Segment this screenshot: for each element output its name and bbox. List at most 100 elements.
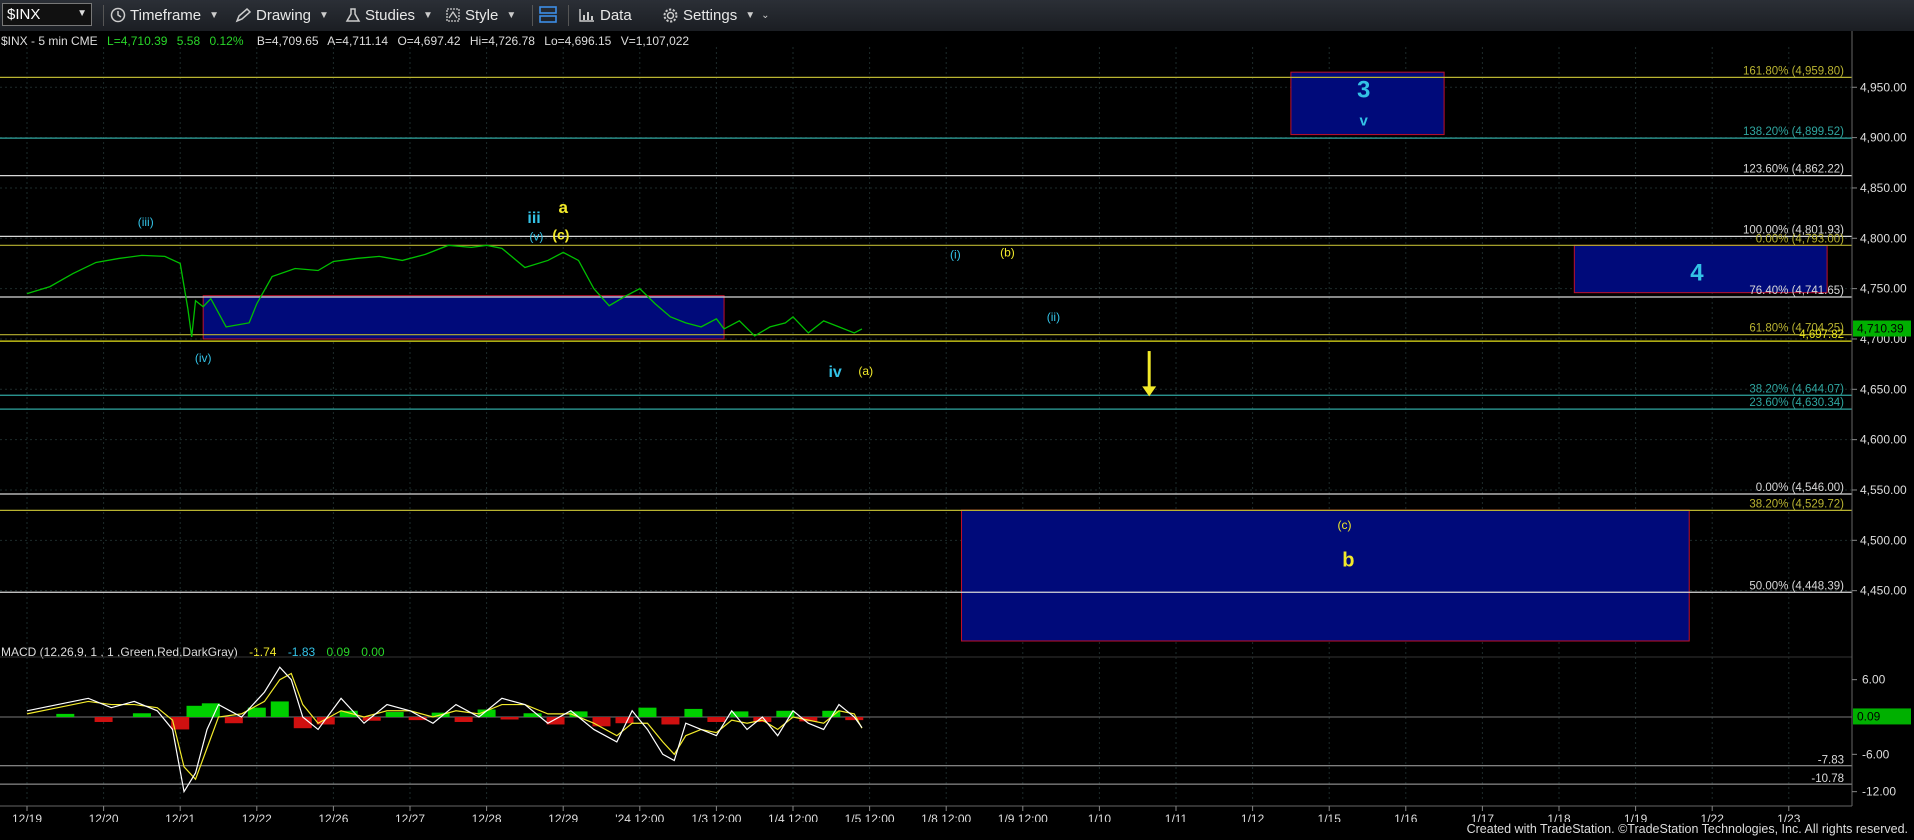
- wave-label: (iv): [195, 351, 212, 365]
- x-tick-label: 1/22: [1701, 812, 1725, 822]
- x-tick-label: 12/22: [242, 812, 272, 822]
- chevron-down-icon: ▼: [209, 9, 220, 21]
- zone-support: [202, 295, 725, 340]
- settings-label: Settings: [683, 6, 738, 24]
- style-button[interactable]: Style ▼: [445, 4, 516, 26]
- x-tick-label: 1/11: [1165, 812, 1188, 822]
- x-tick-label: '24 12:00: [615, 812, 664, 822]
- wave-label: a: [558, 198, 568, 217]
- wave-label: b: [1342, 549, 1354, 571]
- macd-level-label: -10.78: [1811, 773, 1844, 785]
- style-icon: [446, 8, 460, 22]
- x-tick-label: 12/26: [318, 812, 348, 822]
- fib-label: 0.00% (4,793.00): [1756, 233, 1844, 245]
- macd-hist-bar: [500, 717, 519, 720]
- zone-b: [961, 509, 1690, 642]
- bar-chart-icon: [579, 9, 594, 22]
- layout-button[interactable]: [538, 4, 562, 26]
- wave-label: (v): [529, 229, 543, 243]
- macd-hist-bar: [94, 717, 113, 722]
- x-tick-label: 12/21: [165, 812, 195, 822]
- studies-button[interactable]: Studies ▼: [345, 4, 433, 26]
- header-last: L=4,710.39: [107, 34, 168, 48]
- fib-label: 0.00% (4,546.00): [1756, 482, 1844, 494]
- y-tick-label: 4,500.00: [1860, 533, 1907, 547]
- wave-label: (b): [1000, 245, 1015, 259]
- wave-label: (c): [552, 226, 569, 242]
- x-tick-label: 1/16: [1394, 812, 1418, 822]
- y-tick-label: 4,950.00: [1860, 80, 1907, 94]
- x-tick-label: 12/27: [395, 812, 425, 822]
- x-tick-label: 1/23: [1777, 812, 1801, 822]
- fib-label: 23.60% (4,630.34): [1749, 397, 1844, 409]
- header-open: O=4,697.42: [397, 34, 460, 48]
- drawing-label: Drawing: [256, 6, 312, 24]
- chevron-down-icon: ▼: [745, 9, 756, 21]
- x-tick-label: 12/28: [472, 812, 502, 822]
- x-tick-label: 1/15: [1318, 812, 1342, 822]
- macd-hist-bar: [592, 717, 611, 727]
- macd-hist-bar: [132, 713, 151, 717]
- timeframe-button[interactable]: Timeframe ▼: [110, 4, 219, 26]
- toolbar: $INX ▼ Timeframe ▼ Drawing ▼ Studies ▼ S…: [0, 0, 1914, 32]
- y-tick-label: 4,900.00: [1860, 131, 1907, 145]
- toolbar-separator: [103, 5, 104, 26]
- header-low: Lo=4,696.15: [544, 34, 611, 48]
- timeframe-label: Timeframe: [130, 6, 202, 24]
- layout-icon: [539, 6, 557, 23]
- x-tick-label: 12/29: [548, 812, 578, 822]
- wave-label: (a): [858, 364, 873, 378]
- header-change: 5.58: [177, 34, 201, 48]
- fib-label: 161.80% (4,959.80): [1743, 65, 1844, 77]
- wave-label: (i): [950, 247, 961, 261]
- data-label: Data: [600, 6, 632, 24]
- settings-button[interactable]: Settings ▼ ⌄: [662, 4, 770, 26]
- flask-icon: [345, 8, 361, 22]
- toolbar-separator: [532, 5, 533, 26]
- x-tick-label: 1/17: [1471, 812, 1495, 822]
- y-tick-label: 4,750.00: [1860, 282, 1907, 296]
- clock-icon: [110, 7, 126, 23]
- macd-hist-bar: [661, 717, 680, 725]
- macd-level-label: -7.83: [1818, 755, 1844, 767]
- y-tick-label: 4,650.00: [1860, 382, 1907, 396]
- fib-label: 50.00% (4,448.39): [1749, 580, 1844, 592]
- header-pct: 0.12%: [209, 34, 243, 48]
- macd-hist-bar: [615, 717, 634, 724]
- macd-hist-bar: [224, 717, 243, 724]
- y-tick-label: 4,550.00: [1860, 483, 1907, 497]
- y-tick-label: 4,600.00: [1860, 433, 1907, 447]
- x-tick-label: 1/5 12:00: [845, 812, 895, 822]
- header-name: $INX - 5 min CME: [1, 34, 98, 48]
- wave-label: 4: [1690, 260, 1704, 287]
- macd-hist-bar: [270, 701, 289, 717]
- y-tick-label: 4,850.00: [1860, 181, 1907, 195]
- drawing-button[interactable]: Drawing ▼: [235, 4, 329, 26]
- macd-hist-bar: [454, 717, 473, 722]
- data-button[interactable]: Data: [578, 4, 632, 26]
- fib-label: 4,697.82: [1799, 329, 1844, 341]
- last-price-label: 4,710.39: [1857, 322, 1904, 336]
- chevron-down-icon[interactable]: ▼: [77, 8, 87, 19]
- header-ask: A=4,711.14: [327, 34, 388, 48]
- gear-icon: [663, 8, 678, 22]
- macd-y-tick-label: -6.00: [1862, 747, 1890, 761]
- macd-hist-bar: [684, 708, 703, 717]
- style-label: Style: [465, 6, 499, 24]
- symbol-input[interactable]: $INX ▼: [2, 3, 92, 26]
- fib-label: 138.20% (4,899.52): [1743, 126, 1844, 138]
- x-tick-label: 1/12: [1241, 812, 1265, 822]
- macd-hist-bar: [638, 707, 657, 717]
- x-tick-label: 1/18: [1547, 812, 1571, 822]
- wave-label: iii: [527, 210, 540, 227]
- fib-label: 76.40% (4,741.65): [1749, 285, 1844, 297]
- wave-label: iv: [828, 364, 841, 381]
- wave-label: (iii): [138, 215, 154, 229]
- chart-area[interactable]: $INX - 5 min CME L=4,710.39 5.58 0.12% B…: [0, 31, 1914, 822]
- macd-last-label: 0.09: [1857, 709, 1881, 723]
- x-tick-label: 1/19: [1624, 812, 1648, 822]
- x-tick-label: 1/9 12:00: [998, 812, 1048, 822]
- header-bid: B=4,709.65: [257, 34, 319, 48]
- x-tick-label: 12/19: [12, 812, 42, 822]
- macd-y-tick-label: 6.00: [1862, 673, 1886, 687]
